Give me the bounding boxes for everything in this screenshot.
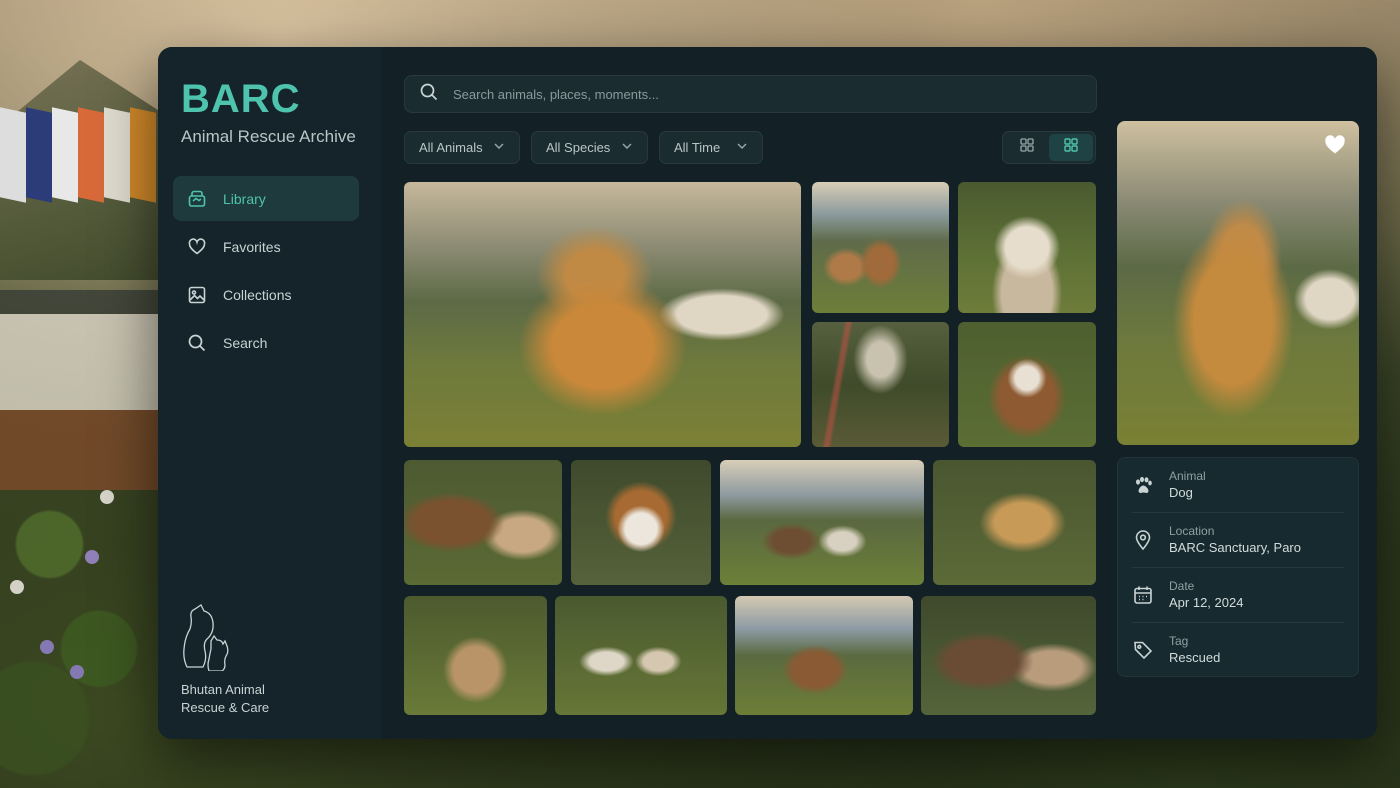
sidebar-item-search[interactable]: Search	[173, 320, 359, 365]
chevron-down-icon	[621, 140, 633, 155]
location-pin-icon	[1132, 529, 1154, 551]
filter-animals-label: All Animals	[419, 140, 483, 155]
detail-value: BARC Sanctuary, Paro	[1169, 540, 1301, 555]
detail-value: Apr 12, 2024	[1169, 595, 1244, 610]
favorite-heart-icon[interactable]	[1323, 133, 1347, 157]
heart-icon	[187, 237, 207, 257]
detail-row-animal: Animal Dog	[1132, 458, 1344, 513]
filter-time-label: All Time	[674, 140, 721, 155]
sidebar-item-label: Favorites	[223, 238, 281, 255]
filter-species-label: All Species	[546, 140, 611, 155]
detail-row-tag: Tag Rescued	[1132, 623, 1344, 677]
photo-golden-dog[interactable]	[933, 460, 1096, 585]
app-window: BARC Animal Rescue Archive Library Favor…	[158, 47, 1377, 739]
search-input[interactable]	[451, 85, 1055, 103]
library-icon	[187, 189, 207, 209]
filter-species-dropdown[interactable]: All Species	[531, 131, 648, 164]
view-large-grid-button[interactable]	[1005, 134, 1049, 161]
detail-key: Animal	[1169, 469, 1206, 483]
search-icon	[187, 333, 207, 353]
filter-time-dropdown[interactable]: All Time	[659, 131, 763, 164]
detail-key: Tag	[1169, 634, 1189, 648]
paw-icon	[1132, 474, 1154, 496]
selected-photo-preview[interactable]	[1117, 121, 1359, 445]
photo-dog-featured[interactable]	[404, 182, 801, 447]
grid-large-icon	[1019, 137, 1035, 158]
brand: BARC Animal Rescue Archive	[181, 79, 356, 147]
view-small-grid-button[interactable]	[1049, 134, 1093, 161]
photo-cows-closeup[interactable]	[921, 596, 1096, 715]
photo-cow-portrait[interactable]	[958, 322, 1096, 447]
detail-key: Location	[1169, 524, 1215, 538]
app-title: BARC	[181, 77, 301, 121]
background-prayer-flags	[0, 107, 160, 230]
detail-key: Date	[1169, 579, 1195, 593]
image-icon	[187, 285, 207, 305]
filter-animals-dropdown[interactable]: All Animals	[404, 131, 520, 164]
sidebar-item-collections[interactable]: Collections	[173, 272, 359, 317]
calendar-icon	[1132, 584, 1154, 606]
photo-two-cows[interactable]	[404, 460, 562, 585]
org-name-line-1: Bhutan Animal	[181, 682, 265, 697]
photo-forest-flags[interactable]	[812, 322, 949, 447]
sidebar-item-favorites[interactable]: Favorites	[173, 224, 359, 269]
detail-row-date: Date Apr 12, 2024	[1132, 568, 1344, 623]
sidebar-item-library[interactable]: Library	[173, 176, 359, 221]
photo-goats-meadow[interactable]	[720, 460, 924, 585]
chevron-down-icon	[736, 140, 748, 155]
sidebar: BARC Animal Rescue Archive Library Favor…	[158, 47, 383, 739]
detail-value: Rescued	[1169, 650, 1221, 665]
background-plants	[0, 440, 165, 788]
tag-icon	[1132, 639, 1154, 661]
grid-small-icon	[1063, 137, 1079, 158]
view-toggle	[1002, 131, 1096, 164]
dog-cat-logo-icon	[181, 601, 233, 672]
search-bar[interactable]	[404, 75, 1097, 113]
app-subtitle: Animal Rescue Archive	[181, 127, 356, 146]
photo-white-brown-dog[interactable]	[571, 460, 711, 585]
photo-cows-herd[interactable]	[812, 182, 949, 313]
chevron-down-icon	[493, 140, 505, 155]
photo-goat[interactable]	[958, 182, 1096, 313]
photo-goats-group[interactable]	[555, 596, 727, 715]
search-icon	[419, 82, 439, 107]
photo-details-panel: Animal Dog Location BARC Sanctuary, Paro	[1117, 457, 1359, 677]
org-name-line-2: Rescue & Care	[181, 700, 270, 715]
sidebar-item-label: Library	[223, 190, 266, 207]
sidebar-item-label: Search	[223, 334, 268, 351]
photo-cow-mountain[interactable]	[735, 596, 913, 715]
organization-block: Bhutan Animal Rescue & Care	[181, 601, 269, 717]
detail-value: Dog	[1169, 485, 1193, 500]
photo-dog-lying[interactable]	[404, 596, 547, 715]
sidebar-nav: Library Favorites Collections Search	[173, 176, 359, 368]
detail-row-location: Location BARC Sanctuary, Paro	[1132, 513, 1344, 568]
sidebar-item-label: Collections	[223, 286, 292, 303]
